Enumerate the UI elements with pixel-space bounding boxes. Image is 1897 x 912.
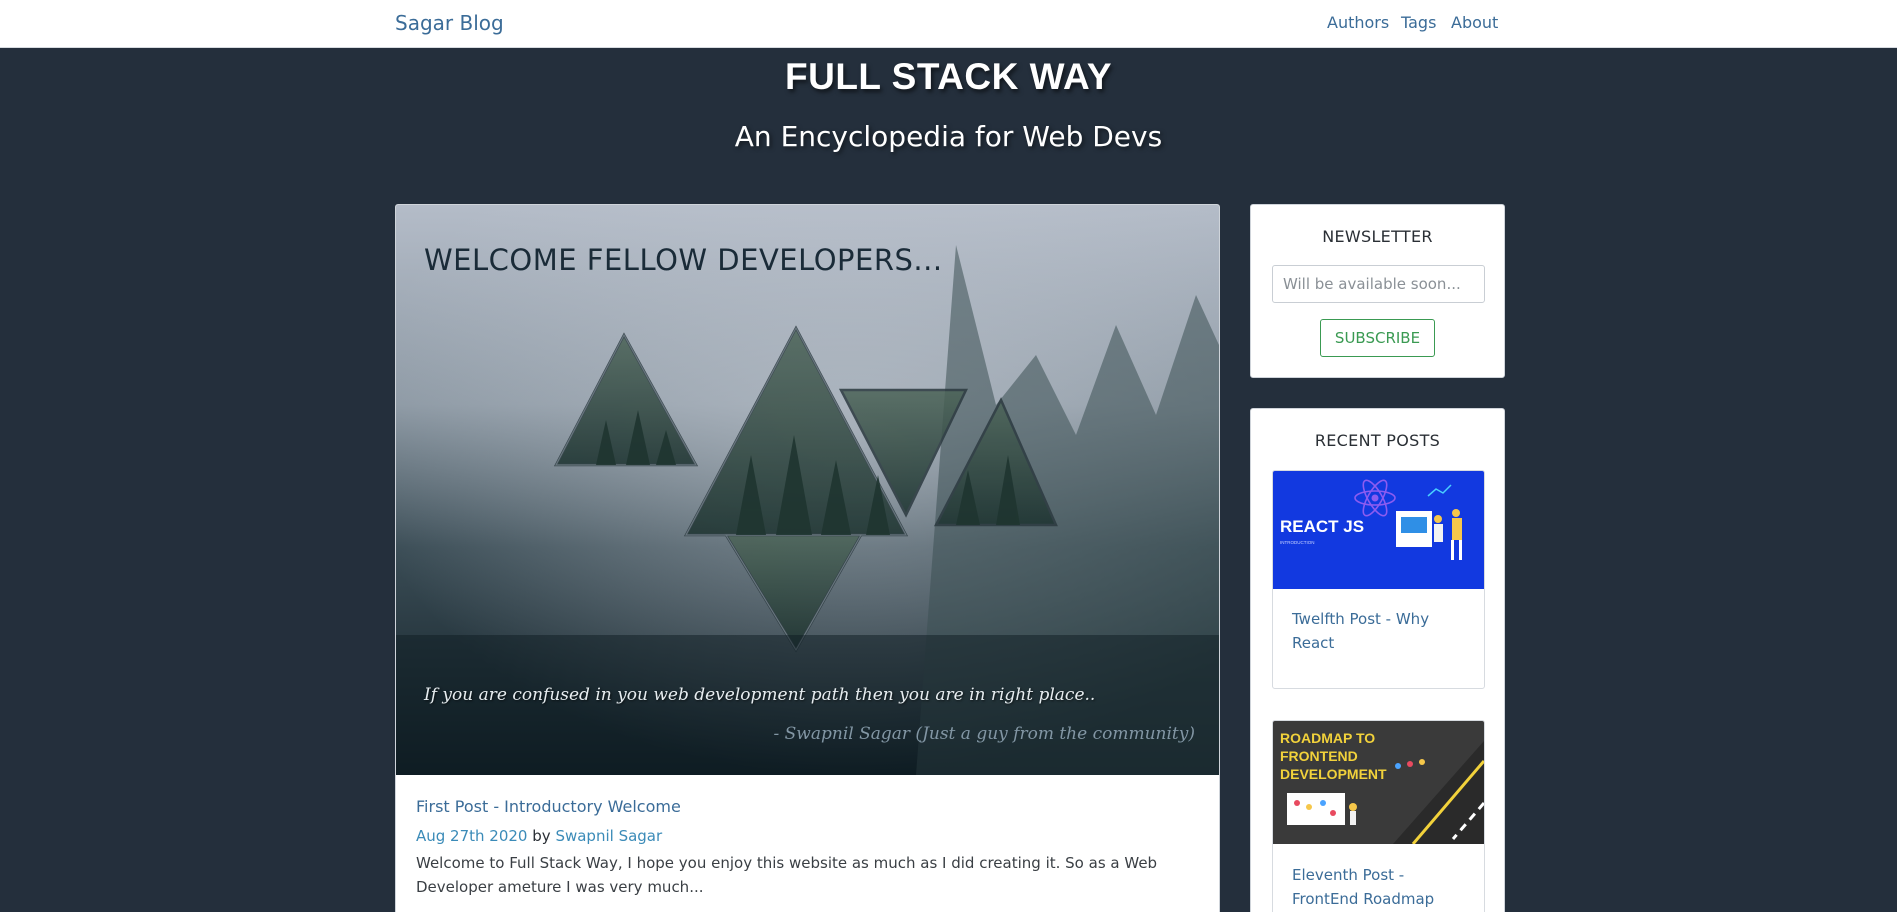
svg-text:INTRODUCTION: INTRODUCTION — [1280, 540, 1315, 545]
featured-post-excerpt: Welcome to Full Stack Way, I hope you en… — [416, 854, 1158, 896]
recent-posts-widget: RECENT POSTS REACT JS INTRODUCTION Twelf… — [1250, 408, 1505, 912]
recent-post-thumbnail[interactable]: ROADMAP TO FRONTEND DEVELOPMENT — [1273, 721, 1484, 845]
image-quote-author: - Swapnil Sagar (Just a guy from the com… — [773, 724, 1195, 744]
newsletter-widget: NEWSLETTER SUBSCRIBE — [1250, 204, 1505, 378]
hero-title: FULL STACK WAY — [785, 56, 1112, 97]
featured-post-image[interactable]: WELCOME FELLOW DEVELOPERS... If you are … — [396, 205, 1219, 775]
featured-post-card: WELCOME FELLOW DEVELOPERS... If you are … — [395, 204, 1220, 912]
react-thumbnail-image: REACT JS INTRODUCTION — [1273, 471, 1484, 589]
brand-link[interactable]: Sagar Blog — [395, 11, 504, 35]
svg-text:REACT JS: REACT JS — [1280, 517, 1364, 536]
svg-text:DEVELOPMENT: DEVELOPMENT — [1280, 766, 1387, 782]
post-date-link[interactable]: Aug 27th 2020 — [416, 827, 527, 845]
featured-post-meta: Aug 27th 2020 by Swapnil Sagar — [416, 827, 662, 845]
svg-text:ROADMAP TO: ROADMAP TO — [1280, 730, 1375, 746]
recent-post-link[interactable]: Twelfth Post - Why React — [1292, 607, 1472, 655]
recent-post-item[interactable]: ROADMAP TO FRONTEND DEVELOPMENT Eleventh… — [1272, 720, 1485, 912]
roadmap-thumbnail-image: ROADMAP TO FRONTEND DEVELOPMENT — [1273, 721, 1484, 845]
recent-post-item[interactable]: REACT JS INTRODUCTION Twelfth Post - Why… — [1272, 470, 1485, 689]
post-by-label: by — [532, 827, 551, 845]
image-quote: If you are confused in you web developme… — [424, 685, 1096, 705]
post-author-link[interactable]: Swapnil Sagar — [555, 827, 662, 845]
hero-subtitle: An Encyclopedia for Web Devs — [734, 120, 1163, 153]
newsletter-email-input[interactable] — [1272, 265, 1485, 303]
featured-post-title-link[interactable]: First Post - Introductory Welcome — [416, 797, 681, 816]
image-heading: WELCOME FELLOW DEVELOPERS... — [424, 243, 943, 277]
nav-link-tags[interactable]: Tags — [1401, 13, 1436, 32]
svg-text:FRONTEND: FRONTEND — [1280, 748, 1358, 764]
newsletter-title: NEWSLETTER — [1322, 227, 1433, 246]
subscribe-button[interactable]: SUBSCRIBE — [1320, 319, 1435, 357]
recent-post-thumbnail[interactable]: REACT JS INTRODUCTION — [1273, 471, 1484, 589]
nav-link-about[interactable]: About — [1451, 13, 1498, 32]
top-navbar: Sagar Blog Authors Tags About — [0, 0, 1897, 48]
recent-posts-title: RECENT POSTS — [1314, 431, 1441, 450]
nav-link-authors[interactable]: Authors — [1327, 13, 1389, 32]
recent-post-link[interactable]: Eleventh Post - FrontEnd Roadmap — [1292, 863, 1472, 911]
